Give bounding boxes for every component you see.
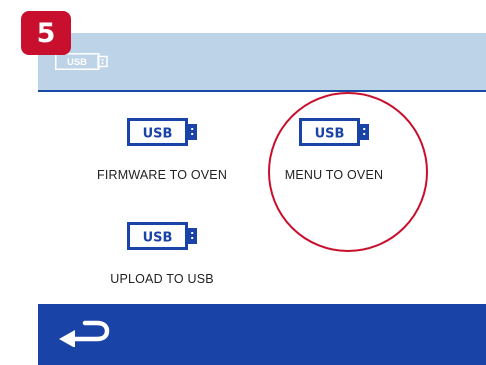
usb-icon-label: USB bbox=[314, 127, 344, 142]
usb-drive-icon[interactable]: USB bbox=[126, 117, 199, 147]
tile-label: FIRMWARE TO OVEN bbox=[97, 168, 228, 182]
step-badge: 5 bbox=[21, 11, 71, 55]
tile-firmware-to-oven[interactable]: USB FIRMWARE TO OVEN bbox=[97, 117, 227, 182]
back-arrow-icon[interactable] bbox=[57, 319, 111, 347]
usb-icon-label: USB bbox=[142, 231, 172, 246]
usb-drive-icon[interactable]: USB bbox=[126, 221, 199, 251]
tile-upload-to-usb[interactable]: USB UPLOAD TO USB bbox=[97, 221, 227, 286]
usb-drive-icon: USB bbox=[55, 53, 108, 70]
usb-drive-icon[interactable]: USB bbox=[298, 117, 371, 147]
tile-label: UPLOAD TO USB bbox=[110, 272, 214, 286]
tile-label: MENU TO OVEN bbox=[284, 168, 384, 182]
header-usb-label: USB bbox=[67, 57, 87, 68]
tile-menu-to-oven[interactable]: USB MENU TO OVEN bbox=[269, 117, 399, 182]
usb-icon-label: USB bbox=[142, 127, 172, 142]
